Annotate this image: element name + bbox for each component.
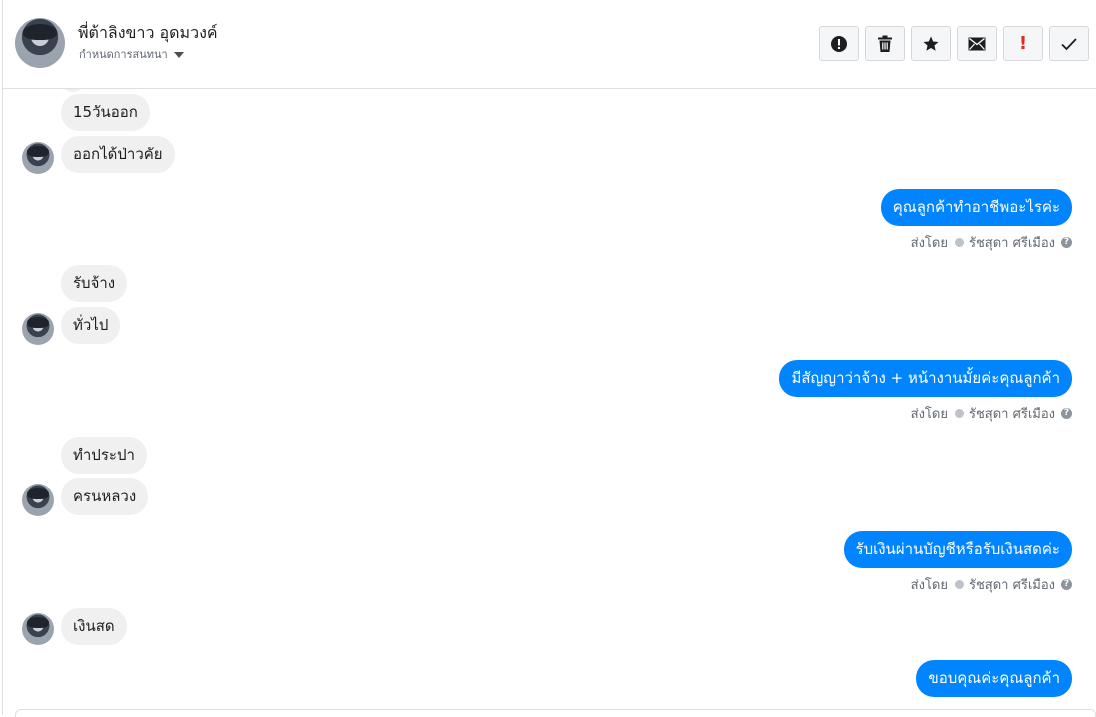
message-bubble-incoming[interactable]: ครนหลวง: [61, 478, 149, 515]
star-button[interactable]: [911, 26, 951, 61]
sent-by-agent[interactable]: รัชสุดา ศรีเมือง: [969, 232, 1055, 253]
help-icon[interactable]: ?: [1061, 579, 1072, 590]
agent-status-icon: [954, 409, 964, 418]
envelope-icon: [968, 37, 986, 50]
caret-down-icon: [173, 52, 184, 58]
conversation-settings-label: กำหนดการสนทนา: [79, 48, 168, 61]
message-bubble-incoming[interactable]: รับจ้าง: [61, 265, 128, 302]
message-thread[interactable]: 15วันออก ออกได้ป่าวคัย คุณลูกค้าทำอาชีพอ…: [3, 89, 1096, 715]
sent-by-agent[interactable]: รัชสุดา ศรีเมือง: [969, 403, 1055, 424]
message-bubble-incoming-partial: [61, 89, 85, 92]
message-bubble-incoming[interactable]: เงินสด: [61, 608, 127, 645]
delete-button[interactable]: [865, 26, 905, 61]
message-bubble-incoming[interactable]: ทั่วไป: [61, 307, 121, 344]
contact-name[interactable]: พี่ต้าลิงขาว อุดมวงค์: [78, 21, 218, 46]
alert-circle-icon: [831, 35, 847, 52]
contact-avatar-small[interactable]: [22, 484, 54, 516]
conversation-toolbar: !: [819, 26, 1089, 61]
sent-by-prefix: ส่งโดย: [910, 578, 948, 593]
trash-icon: [878, 35, 892, 52]
help-icon[interactable]: ?: [1061, 408, 1072, 419]
message-bubble-incoming[interactable]: 15วันออก: [61, 94, 150, 131]
mark-unread-button[interactable]: [957, 26, 997, 61]
sent-by-agent[interactable]: รัชสุดา ศรีเมือง: [969, 574, 1055, 595]
sent-by-line: ส่งโดย รัชสุดา ศรีเมือง?: [911, 403, 1072, 424]
conversation-header: พี่ต้าลิงขาว อุดมวงค์ กำหนดการสนทนา !: [3, 0, 1096, 89]
conversation-settings-dropdown[interactable]: กำหนดการสนทนา: [79, 45, 184, 63]
star-icon: [923, 36, 939, 51]
message-bubble-outgoing[interactable]: คุณลูกค้าทำอาชีพอะไรค่ะ: [880, 189, 1072, 226]
agent-status-icon: [954, 238, 964, 247]
sent-by-prefix: ส่งโดย: [910, 236, 948, 251]
message-bubble-incoming[interactable]: ออกได้ป่าวคัย: [61, 136, 175, 173]
contact-avatar-small[interactable]: [22, 142, 54, 174]
sent-by-line: ส่งโดย รัชสุดา ศรีเมือง?: [911, 574, 1072, 595]
sent-by-line: ส่งโดย รัชสุดา ศรีเมือง?: [911, 232, 1072, 253]
agent-status-icon: [954, 580, 964, 589]
contact-avatar-small[interactable]: [22, 613, 54, 645]
message-bubble-outgoing[interactable]: มีสัญญาว่าจ้าง + หน้างานมั้ยค่ะคุณลูกค้า: [779, 360, 1072, 397]
sent-by-prefix: ส่งโดย: [910, 407, 948, 422]
alert-button[interactable]: [819, 26, 859, 61]
message-bubble-outgoing[interactable]: รับเงินผ่านบัญชีหรือรับเงินสดค่ะ: [843, 531, 1072, 568]
message-composer[interactable]: [15, 709, 1096, 717]
important-button[interactable]: !: [1003, 26, 1043, 61]
contact-avatar[interactable]: [15, 18, 65, 68]
done-button[interactable]: [1049, 26, 1089, 61]
check-icon: [1061, 37, 1077, 50]
message-bubble-incoming[interactable]: ทำประปา: [61, 437, 147, 474]
help-icon[interactable]: ?: [1061, 237, 1072, 248]
exclamation-icon: !: [1018, 32, 1028, 54]
contact-avatar-small[interactable]: [22, 313, 54, 345]
message-bubble-outgoing[interactable]: ขอบคุณค่ะคุณลูกค้า: [916, 660, 1072, 697]
